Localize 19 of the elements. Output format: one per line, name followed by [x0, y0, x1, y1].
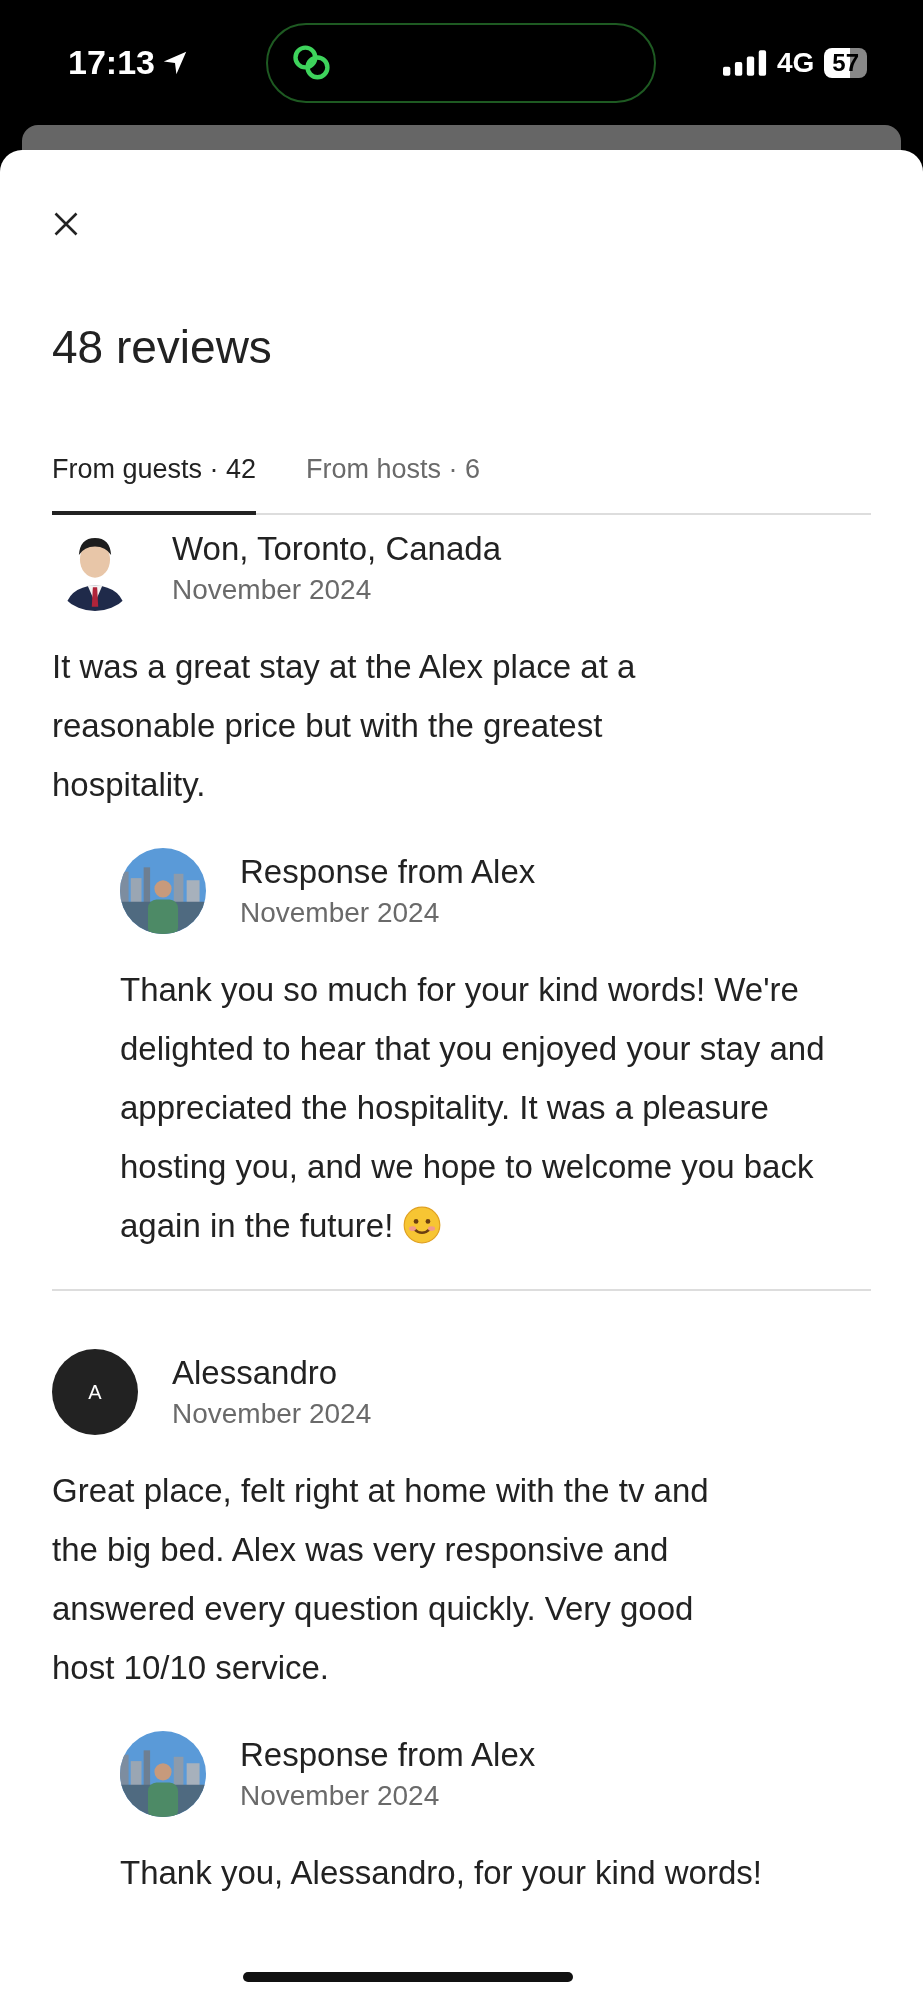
response-date: November 2024: [240, 897, 441, 929]
response-title: Response from Alex: [240, 853, 536, 891]
reviewer-name: Won, Toronto, Canada: [172, 530, 501, 568]
response-date: November 2024: [240, 1780, 441, 1812]
review-text: Great place, felt right at home with the tv and the big bed. Alex was very responsive and answered every question quickly. Very good host 10/10 service.: [52, 1471, 710, 1688]
reviewer-name: Alessandro: [172, 1354, 339, 1392]
initial-avatar: A: [52, 1349, 138, 1435]
response-text: Thank you so much for your kind words! We're delighted to hear that you enjoyed your stay and appreciated the hospitality. It was a pleasure hosting you, and we hope to welcome you back again in the future!: [120, 970, 826, 1246]
reviews-tab[interactable]: From guests · 42: [52, 454, 257, 515]
review-text: It was a great stay at the Alex place at a reasonable price but with the greatest hospitality.: [52, 647, 637, 805]
response-title: Response from Alex: [240, 1736, 536, 1774]
reviews-title: 48 reviews: [52, 320, 273, 374]
status-time: 17:13: [68, 43, 155, 82]
response-text: Thank you, Alessandro, for your kind words!: [120, 1853, 763, 1893]
reviews-tab[interactable]: From hosts · 6: [306, 454, 481, 515]
review-date: November 2024: [172, 1398, 372, 1430]
battery-indicator: 57: [824, 47, 867, 78]
network-label: 4G: [776, 46, 815, 79]
review-date: November 2024: [172, 574, 373, 606]
